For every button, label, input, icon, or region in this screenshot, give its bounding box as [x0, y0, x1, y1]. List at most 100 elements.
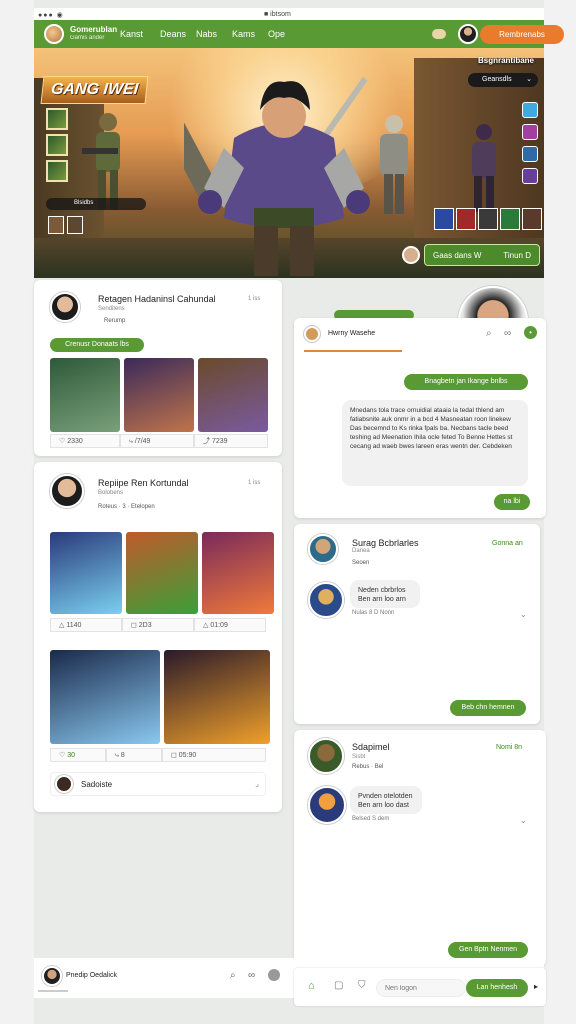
profile-title: Bsgnrantibane: [477, 56, 534, 65]
stat-shares[interactable]: ◻ 05:90: [162, 748, 266, 762]
comment-row[interactable]: Sadoiste ⌟: [50, 772, 266, 796]
commenter-avatar[interactable]: [55, 775, 73, 793]
chat-avatar[interactable]: [304, 326, 320, 342]
call-icon[interactable]: ⌕: [486, 328, 492, 339]
post-tag-button[interactable]: Crenusr Donaats lbs: [50, 338, 144, 352]
brand-logo[interactable]: [44, 24, 64, 44]
player-pill-label: Blsidbs: [74, 200, 94, 206]
chat-contact-avatar[interactable]: [308, 738, 344, 774]
skill-icon[interactable]: [522, 168, 538, 184]
post-image[interactable]: [126, 532, 198, 614]
hero-thumbs: [434, 208, 542, 230]
reply-button[interactable]: Beb chn hemnen: [450, 700, 526, 716]
more-icon[interactable]: ⌟: [255, 779, 259, 788]
stat-comments[interactable]: ⤷ 8: [106, 748, 162, 762]
hero-thumb[interactable]: [478, 208, 498, 230]
hero-thumb[interactable]: [434, 208, 454, 230]
player-pill[interactable]: Blsidbs: [46, 198, 146, 210]
mini-thumb[interactable]: [67, 216, 83, 234]
post-image[interactable]: [124, 358, 194, 432]
hero-action-left[interactable]: Gaas dans W: [433, 245, 481, 267]
attach-icon[interactable]: ▢: [334, 980, 343, 991]
message-avatar[interactable]: [308, 582, 344, 618]
chat-action-link[interactable]: Nomi 8n: [496, 744, 522, 751]
post-image-grid: [50, 358, 268, 432]
nav-link-5[interactable]: Ope: [268, 29, 285, 39]
hero-small-avatar[interactable]: [402, 246, 420, 264]
chat-contact-name[interactable]: Surag Bcbrlarles: [352, 538, 419, 548]
stat-comments[interactable]: ⤷ /7/49: [120, 434, 194, 448]
post-image[interactable]: [164, 650, 270, 744]
stat-comments[interactable]: ◻ 2D3: [122, 618, 194, 632]
post-author-name[interactable]: Repiipe Ren Kortundal: [98, 478, 189, 488]
post-author-avatar[interactable]: [50, 292, 80, 322]
nav-link-1[interactable]: Kanst: [120, 29, 143, 39]
reply-button[interactable]: Gen Bptn Nenmen: [448, 942, 528, 958]
level-icon[interactable]: [46, 108, 68, 130]
chevron-down-icon: ⌄: [526, 76, 532, 83]
post-image[interactable]: [50, 358, 120, 432]
chat-contact-sub: Sisbt: [352, 754, 366, 760]
incoming-message: Mnedans tola trace ornuidial ataaia la t…: [342, 400, 528, 486]
post-image[interactable]: [202, 532, 274, 614]
post-author-name[interactable]: Retagen Hadaninsl Cahundal: [98, 294, 216, 304]
stat-likes[interactable]: △ 1140: [50, 618, 122, 632]
chevron-down-icon[interactable]: ⌄: [520, 610, 527, 619]
skill-icon[interactable]: [522, 102, 538, 118]
call-icon[interactable]: ⌕: [230, 970, 236, 981]
post-image[interactable]: [50, 532, 122, 614]
message-input[interactable]: [376, 979, 466, 997]
hero-thumb[interactable]: [500, 208, 520, 230]
level-icons: [46, 108, 70, 186]
message-reactions[interactable]: Nulas 8 D Nonn: [352, 610, 394, 616]
post-stats: ♡ 2330 ⤷ /7/49 ⤴ 7239: [50, 434, 268, 448]
post-image-grid-2: [50, 650, 270, 744]
footer-avatar[interactable]: [42, 966, 62, 986]
online-icon[interactable]: •: [524, 326, 537, 339]
skill-icon[interactable]: [522, 124, 538, 140]
level-icon[interactable]: [46, 134, 68, 156]
incoming-message: Pvnden otelotden Ben arn loo dast: [350, 786, 422, 814]
chat-icon[interactable]: [432, 29, 446, 39]
post-image[interactable]: [198, 358, 268, 432]
link-icon[interactable]: ∞: [504, 328, 511, 339]
nav-link-3[interactable]: Nabs: [196, 29, 217, 39]
chevron-down-icon[interactable]: ⌄: [520, 816, 527, 825]
message-input-bar: ⌂ ▢ ⛉ Lan henhesh ▸: [294, 968, 546, 1006]
send-arrow-icon[interactable]: ▸: [534, 982, 538, 991]
chat-contact-name[interactable]: Sdapimel: [352, 742, 390, 752]
top-navbar: Gomerublan Gamis ander Kanst Deans Nabs K…: [34, 20, 564, 48]
hero-thumb[interactable]: [522, 208, 542, 230]
skill-icon[interactable]: [522, 146, 538, 162]
hero-action-bar[interactable]: Gaas dans W Tinun D: [424, 244, 540, 266]
user-avatar[interactable]: [458, 24, 478, 44]
message-avatar[interactable]: [308, 786, 346, 824]
stat-likes[interactable]: ♡ 30: [50, 748, 106, 762]
level-icon[interactable]: [46, 160, 68, 182]
send-button[interactable]: Lan henhesh: [466, 979, 528, 997]
message-reactions[interactable]: Belsed S dem: [352, 816, 389, 822]
nav-link-4[interactable]: Kams: [232, 29, 255, 39]
mini-thumb[interactable]: [48, 216, 64, 234]
game-title: GANG IWEI: [40, 76, 149, 104]
link-icon[interactable]: ∞: [248, 970, 255, 981]
nav-link-2[interactable]: Deans: [160, 29, 186, 39]
post-image[interactable]: [50, 650, 160, 744]
footer-username: Pnedip Oedalick: [66, 972, 117, 979]
chat-contact-avatar[interactable]: [308, 534, 338, 564]
stat-shares[interactable]: ⤴ 7239: [194, 434, 268, 448]
home-icon[interactable]: ⌂: [308, 980, 315, 992]
status-icon[interactable]: [268, 969, 280, 981]
shield-icon[interactable]: ⛉: [358, 980, 366, 991]
cta-button[interactable]: Rembrenabs: [480, 25, 564, 44]
commenter-name: Sadoiste: [81, 780, 113, 789]
hero-action-right[interactable]: Tinun D: [503, 245, 531, 267]
hero-dropdown[interactable]: Geansdls ⌄: [468, 73, 538, 87]
chat-action-link[interactable]: Gonna an: [492, 540, 523, 547]
hero-thumb[interactable]: [456, 208, 476, 230]
chat-contact-sub: Danea: [352, 548, 370, 554]
post-author-avatar[interactable]: [50, 474, 84, 508]
chat-tab-underline: [304, 350, 402, 352]
stat-likes[interactable]: ♡ 2330: [50, 434, 120, 448]
stat-shares[interactable]: △ 01:09: [194, 618, 266, 632]
